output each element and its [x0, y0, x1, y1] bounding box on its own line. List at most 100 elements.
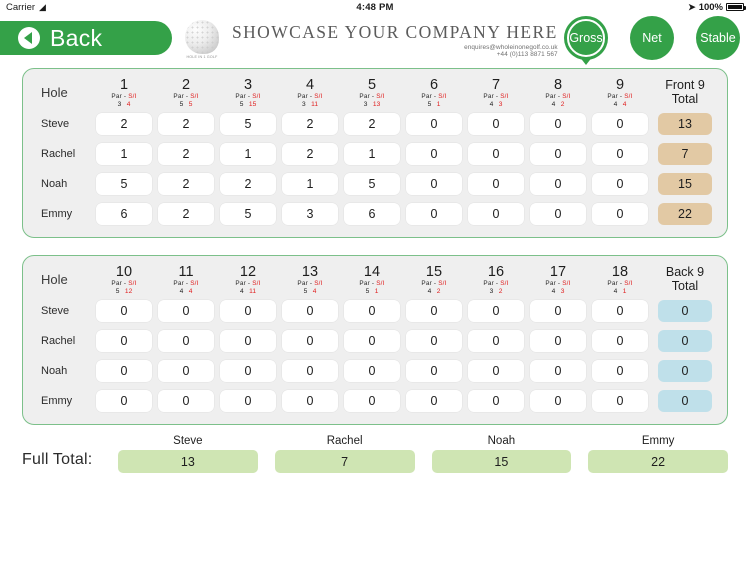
score-input-emmy-h14[interactable]: 0 [344, 390, 400, 412]
score-input-rachel-h13[interactable]: 0 [282, 330, 338, 352]
score-input-rachel-h2[interactable]: 2 [158, 143, 214, 165]
par-si-label: Par - S/I [545, 93, 571, 100]
mode-button-gross[interactable]: Gross [564, 16, 608, 65]
back-hole-header-16: 16 Par - S/I 3 2 [465, 262, 527, 296]
score-input-steve-h12[interactable]: 0 [220, 300, 276, 322]
score-input-steve-h14[interactable]: 0 [344, 300, 400, 322]
score-input-emmy-h15[interactable]: 0 [406, 390, 462, 412]
score-input-emmy-h16[interactable]: 0 [468, 390, 524, 412]
score-input-rachel-h18[interactable]: 0 [592, 330, 648, 352]
score-input-emmy-h6[interactable]: 0 [406, 203, 462, 225]
score-input-rachel-h6[interactable]: 0 [406, 143, 462, 165]
score-input-rachel-h15[interactable]: 0 [406, 330, 462, 352]
par-si-label: Par - S/I [235, 280, 261, 287]
back-total-emmy: 0 [658, 390, 712, 412]
score-input-rachel-h8[interactable]: 0 [530, 143, 586, 165]
score-input-rachel-h5[interactable]: 1 [344, 143, 400, 165]
score-input-noah-h4[interactable]: 1 [282, 173, 338, 195]
score-input-noah-h8[interactable]: 0 [530, 173, 586, 195]
score-input-steve-h8[interactable]: 0 [530, 113, 586, 135]
hole-number: 8 [553, 77, 563, 93]
score-input-steve-h18[interactable]: 0 [592, 300, 648, 322]
score-input-rachel-h10[interactable]: 0 [96, 330, 152, 352]
score-input-emmy-h7[interactable]: 0 [468, 203, 524, 225]
par-si-label: Par - S/I [111, 280, 137, 287]
score-input-noah-h1[interactable]: 5 [96, 173, 152, 195]
score-input-emmy-h12[interactable]: 0 [220, 390, 276, 412]
score-input-steve-h17[interactable]: 0 [530, 300, 586, 322]
back-total-label-line1: Back 9 [665, 265, 705, 279]
score-input-emmy-h17[interactable]: 0 [530, 390, 586, 412]
score-input-steve-h3[interactable]: 5 [220, 113, 276, 135]
hole-number: 7 [491, 77, 501, 93]
score-input-steve-h16[interactable]: 0 [468, 300, 524, 322]
mode-button-net-label: Net [642, 31, 662, 45]
score-input-emmy-h5[interactable]: 6 [344, 203, 400, 225]
score-input-rachel-h7[interactable]: 0 [468, 143, 524, 165]
par-si-values: 3 13 [363, 101, 381, 108]
score-input-rachel-h17[interactable]: 0 [530, 330, 586, 352]
table-row: Emmy 6 2 5 3 6 0 0 0 0 22 [31, 199, 719, 229]
score-input-emmy-h10[interactable]: 0 [96, 390, 152, 412]
score-input-steve-h15[interactable]: 0 [406, 300, 462, 322]
par-si-values: 5 1 [365, 288, 379, 295]
score-input-emmy-h13[interactable]: 0 [282, 390, 338, 412]
score-input-emmy-h4[interactable]: 3 [282, 203, 338, 225]
score-input-noah-h2[interactable]: 2 [158, 173, 214, 195]
score-input-rachel-h1[interactable]: 1 [96, 143, 152, 165]
score-input-noah-h6[interactable]: 0 [406, 173, 462, 195]
score-input-steve-h11[interactable]: 0 [158, 300, 214, 322]
score-input-rachel-h16[interactable]: 0 [468, 330, 524, 352]
score-input-steve-h1[interactable]: 2 [96, 113, 152, 135]
par-si-label: Par - S/I [421, 280, 447, 287]
back-hole-header-17: 17 Par - S/I 4 3 [527, 262, 589, 296]
score-input-noah-h5[interactable]: 5 [344, 173, 400, 195]
score-input-steve-h4[interactable]: 2 [282, 113, 338, 135]
mode-button-net[interactable]: Net [630, 16, 674, 60]
mode-button-stable[interactable]: Stable [696, 16, 740, 60]
score-input-rachel-h4[interactable]: 2 [282, 143, 338, 165]
score-input-noah-h3[interactable]: 2 [220, 173, 276, 195]
player-name-rachel: Rachel [41, 148, 76, 160]
full-total-value-rachel: 7 [274, 450, 415, 473]
score-input-noah-h11[interactable]: 0 [158, 360, 214, 382]
score-input-emmy-h9[interactable]: 0 [592, 203, 648, 225]
score-input-noah-h15[interactable]: 0 [406, 360, 462, 382]
score-input-rachel-h3[interactable]: 1 [220, 143, 276, 165]
score-input-emmy-h8[interactable]: 0 [530, 203, 586, 225]
score-input-noah-h17[interactable]: 0 [530, 360, 586, 382]
score-input-emmy-h11[interactable]: 0 [158, 390, 214, 412]
score-input-rachel-h11[interactable]: 0 [158, 330, 214, 352]
back-total-label-line2: Total [671, 279, 699, 293]
score-input-steve-h6[interactable]: 0 [406, 113, 462, 135]
score-input-emmy-h3[interactable]: 5 [220, 203, 276, 225]
par-si-values: 4 11 [239, 288, 257, 295]
score-input-noah-h9[interactable]: 0 [592, 173, 648, 195]
score-input-noah-h12[interactable]: 0 [220, 360, 276, 382]
score-input-steve-h7[interactable]: 0 [468, 113, 524, 135]
back-button[interactable]: Back [0, 21, 172, 55]
score-input-noah-h13[interactable]: 0 [282, 360, 338, 382]
score-input-noah-h7[interactable]: 0 [468, 173, 524, 195]
score-input-emmy-h2[interactable]: 2 [158, 203, 214, 225]
score-input-noah-h16[interactable]: 0 [468, 360, 524, 382]
score-input-noah-h18[interactable]: 0 [592, 360, 648, 382]
par-si-values: 5 12 [115, 288, 133, 295]
score-input-noah-h14[interactable]: 0 [344, 360, 400, 382]
score-input-rachel-h14[interactable]: 0 [344, 330, 400, 352]
score-input-steve-h5[interactable]: 2 [344, 113, 400, 135]
score-input-emmy-h18[interactable]: 0 [592, 390, 648, 412]
score-input-steve-h2[interactable]: 2 [158, 113, 214, 135]
front-hole-header-2: 2 Par - S/I 5 5 [155, 75, 217, 109]
score-input-rachel-h12[interactable]: 0 [220, 330, 276, 352]
score-input-noah-h10[interactable]: 0 [96, 360, 152, 382]
score-input-steve-h9[interactable]: 0 [592, 113, 648, 135]
score-input-emmy-h1[interactable]: 6 [96, 203, 152, 225]
score-input-steve-h10[interactable]: 0 [96, 300, 152, 322]
front-nine-header-row: Hole 1 Par - S/I 3 4 2 Par - S/I 5 5 3 P… [31, 75, 719, 109]
par-si-values: 4 4 [179, 288, 193, 295]
score-input-rachel-h9[interactable]: 0 [592, 143, 648, 165]
scoring-mode-buttons: Gross Net Stable [564, 16, 740, 65]
score-input-steve-h13[interactable]: 0 [282, 300, 338, 322]
app-header: Back HOLE IN 1 GOLF SHOWCASE YOUR COMPAN… [0, 14, 750, 65]
